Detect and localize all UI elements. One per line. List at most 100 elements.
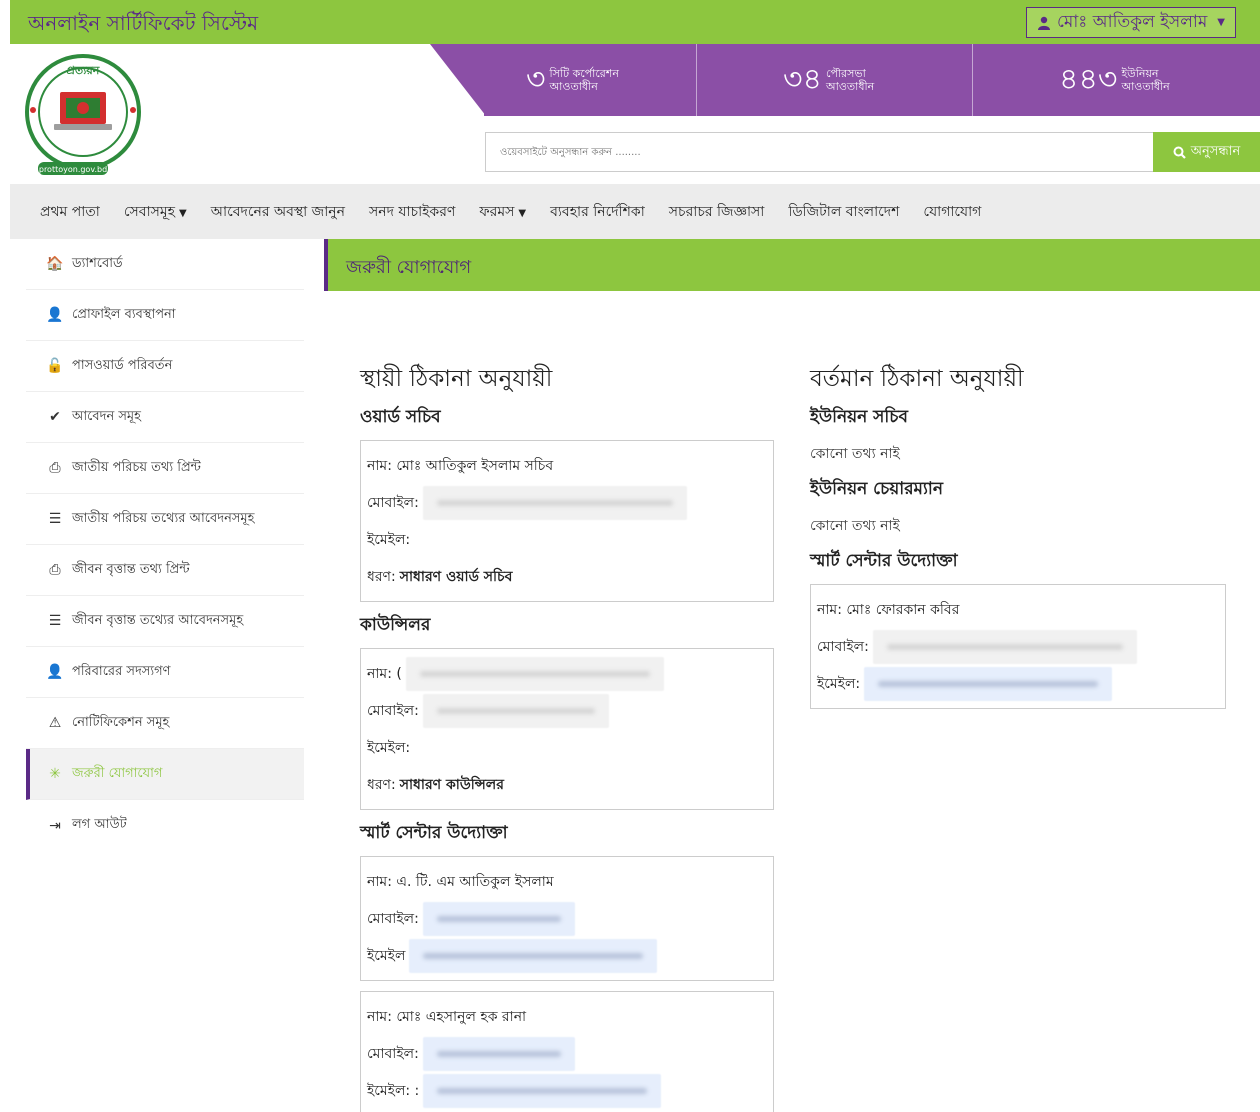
sidebar-item-biodata-applications[interactable]: ☰ জীবন বৃত্তান্ত তথ্যের আবেদনসমূহ <box>26 596 304 647</box>
search-button-label: অনুসন্ধান <box>1190 143 1241 159</box>
union-chairman-heading: ইউনিয়ন চেয়ারম্যান <box>810 479 943 499</box>
stat-sublabel: আওতাধীন <box>825 80 875 93</box>
present-address-title: বর্তমান ঠিকানা অনুযায়ী <box>810 366 1024 392</box>
user-menu-button[interactable]: মোঃ আতিকুল ইসলাম ▼ <box>1026 7 1236 38</box>
nav-user-guide[interactable]: ব্যবহার নির্দেশিকা <box>550 200 645 224</box>
stat-number: ৩ <box>526 62 546 97</box>
ward-secretary-card: নাম: মোঃ আতিকুল ইসলাম সচিব মোবাইল: ইমেইল… <box>360 440 774 602</box>
caret-down-icon: ▼ <box>179 207 187 219</box>
sidebar-item-applications[interactable]: ✔ আবেদন সমূহ <box>26 392 304 443</box>
mobile-row: মোবাইল: <box>817 628 1217 665</box>
sidebar-item-notifications[interactable]: ⚠ নোটিফিকেশন সমূহ <box>26 698 304 749</box>
home-icon: 🏠 <box>46 256 64 272</box>
asterisk-icon: ✳ <box>49 766 61 782</box>
nav-digital-bangladesh[interactable]: ডিজিটাল বাংলাদেশ <box>788 200 899 224</box>
main-nav: প্রথম পাতা সেবাসমূহ ▼ আবেদনের অবস্থা জানু… <box>10 184 1260 239</box>
ward-secretary-heading: ওয়ার্ড সচিব <box>360 407 441 427</box>
councillor-card: নাম: ( মোবাইল: ইমেইল: ধরণ: সাধারণ কাউন্সি… <box>360 648 774 810</box>
type-row: ধরণ: সাধারণ কাউন্সিলর <box>367 776 504 793</box>
sidebar: 🏠 ড্যাশবোর্ড 👤 প্রোফাইল ব্যবস্থাপনা 🔓 পাসওয… <box>10 239 324 1112</box>
brand-title[interactable]: অনলাইন সার্টিফিকেট সিস্টেম <box>28 9 258 42</box>
smart-center-card: নাম: মোঃ এহসানুল হক রানা মোবাইল: ইমেইল: … <box>360 991 774 1112</box>
prottoyon-logo[interactable]: প্রত্যয়ন prottoyon.gov.bd <box>22 52 144 178</box>
unlock-icon: 🔓 <box>46 358 64 374</box>
nav-services[interactable]: সেবাসমূহ ▼ <box>124 200 187 224</box>
mobile-row: মোবাইল: <box>367 900 765 937</box>
email-row: ইমেইল: <box>817 665 1217 702</box>
list-icon: ☰ <box>48 511 62 527</box>
stat-union: ৪৪৩ ইউনিয়ন আওতাধীন <box>972 44 1260 116</box>
page-title: জরুরী যোগাযোগ <box>346 257 472 278</box>
union-secretary-info: কোনো তথ্য নাই <box>810 446 900 462</box>
caret-down-icon: ▼ <box>518 207 527 219</box>
stat-label: ইউনিয়ন <box>1121 67 1159 80</box>
stat-number: ৪৪৩ <box>1059 62 1118 97</box>
sidebar-item-logout[interactable]: ⇥ লগ আউট <box>26 800 304 851</box>
check-icon: ✔ <box>49 409 61 425</box>
name-row: নাম: ( <box>367 655 765 692</box>
warning-icon: ⚠ <box>48 715 62 731</box>
user-name: মোঃ আতিকুল ইসলাম <box>1057 11 1208 32</box>
sidebar-item-nid-applications[interactable]: ☰ জাতীয় পরিচয় তথ্যের আবেদনসমূহ <box>26 494 304 545</box>
present-address-column: বর্তমান ঠিকানা অনুযায়ী ইউনিয়ন সচিব কোন… <box>810 360 1226 709</box>
name-row: নাম: মোঃ ফোরকান কবির <box>817 601 960 618</box>
union-chairman-info: কোনো তথ্য নাই <box>810 518 900 534</box>
redacted-email <box>423 1073 662 1108</box>
smart-center-heading: স্মার্ট সেন্টার উদ্যোক্তা <box>360 823 508 843</box>
sidebar-item-profile[interactable]: 👤 প্রোফাইল ব্যবস্থাপনা <box>26 290 304 341</box>
email-row: ইমেইল: <box>367 531 411 548</box>
nav-certificate-verify[interactable]: সনদ যাচাইকরণ <box>369 200 455 224</box>
nav-forms[interactable]: ফরমস ▼ <box>479 200 526 224</box>
nav-faq[interactable]: সচরাচর জিজ্ঞাসা <box>669 200 765 224</box>
union-secretary-heading: ইউনিয়ন সচিব <box>810 407 908 427</box>
redacted-name <box>405 656 664 691</box>
sidebar-item-biodata-print[interactable]: ⎙ জীবন বৃত্তান্ত তথ্য প্রিন্ট <box>26 545 304 596</box>
logo-text-top: প্রত্যয়ন <box>67 64 100 77</box>
stat-label: সিটি কর্পোরেশন <box>549 67 619 80</box>
user-icon: 👤 <box>46 307 64 323</box>
redacted-mobile <box>422 1036 575 1071</box>
type-row: ধরণ: সাধারণ ওয়ার্ড সচিব <box>367 568 513 585</box>
sidebar-item-nid-print[interactable]: ⎙ জাতীয় পরিচয় তথ্য প্রিন্ট <box>26 443 304 494</box>
site-header: প্রত্যয়ন prottoyon.gov.bd ৩ সিটি কর্পোর… <box>10 44 1260 184</box>
list-icon: ☰ <box>48 613 62 629</box>
print-icon: ⎙ <box>49 460 61 476</box>
search-icon <box>1173 146 1186 159</box>
permanent-address-title: স্থায়ী ঠিকানা অনুযায়ী <box>360 366 553 392</box>
mobile-row: মোবাইল: <box>367 692 765 729</box>
redacted-mobile <box>422 485 687 520</box>
sidebar-item-password[interactable]: 🔓 পাসওয়ার্ড পরিবর্তন <box>26 341 304 392</box>
search-input[interactable] <box>485 132 1154 172</box>
mobile-row: মোবাইল: <box>367 1035 765 1072</box>
redacted-mobile <box>422 693 609 728</box>
councillor-heading: কাউন্সিলর <box>360 615 431 635</box>
stat-pourashava: ৩৪ পৌরসভা আওতাধীন <box>696 44 972 116</box>
nav-application-status[interactable]: আবেদনের অবস্থা জানুন <box>211 200 345 224</box>
name-row: নাম: মোঃ আতিকুল ইসলাম সচিব <box>367 457 554 474</box>
email-row: ইমেইল: <box>367 739 411 756</box>
name-row: নাম: এ. টি. এম আতিকুল ইসলাম <box>367 873 554 890</box>
page-title-bar: জরুরী যোগাযোগ <box>324 239 1260 291</box>
sidebar-item-dashboard[interactable]: 🏠 ড্যাশবোর্ড <box>26 239 304 290</box>
top-bar: অনলাইন সার্টিফিকেট সিস্টেম মোঃ আতিকুল ইস… <box>10 0 1260 44</box>
stat-city-corporation: ৩ সিটি কর্পোরেশন আওতাধীন <box>484 44 696 116</box>
redacted-email <box>864 666 1113 701</box>
user-icon: 👤 <box>46 664 64 680</box>
logo-url: prottoyon.gov.bd <box>39 165 107 174</box>
sidebar-item-emergency-contact[interactable]: ✳ জরুরী যোগাযোগ <box>26 749 304 800</box>
smart-center-card: নাম: মোঃ ফোরকান কবির মোবাইল: ইমেইল: <box>810 584 1226 709</box>
nav-contact[interactable]: যোগাযোগ <box>923 200 981 224</box>
smart-center-heading: স্মার্ট সেন্টার উদ্যোক্তা <box>810 551 958 571</box>
stats-panel: ৩ সিটি কর্পোরেশন আওতাধীন ৩৪ পৌরসভা আওতাধীন… <box>484 44 1260 116</box>
permanent-address-column: স্থায়ী ঠিকানা অনুযায়ী ওয়ার্ড সচিব নাম… <box>360 360 774 1112</box>
redacted-mobile <box>422 901 575 936</box>
search-button[interactable]: অনুসন্ধান <box>1153 132 1260 172</box>
email-row: ইমেইল: : <box>367 1072 765 1109</box>
caret-down-icon: ▼ <box>1217 17 1225 28</box>
redacted-mobile <box>872 629 1137 664</box>
user-icon <box>1038 16 1051 30</box>
nav-home[interactable]: প্রথম পাতা <box>40 200 100 224</box>
stat-sublabel: আওতাধীন <box>549 80 598 93</box>
sidebar-item-family-members[interactable]: 👤 পরিবারের সদস্যগণ <box>26 647 304 698</box>
mobile-row: মোবাইল: <box>367 484 765 521</box>
